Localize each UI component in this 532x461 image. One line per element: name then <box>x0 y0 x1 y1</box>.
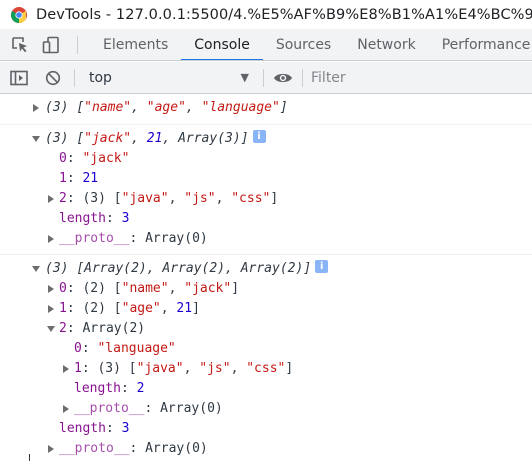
toolbar-divider <box>77 35 78 54</box>
expand-arrow-icon[interactable] <box>33 104 39 112</box>
tab-sources[interactable]: Sources <box>263 29 344 60</box>
proto-row[interactable]: __proto__: Array(0) <box>0 229 532 249</box>
array-summary[interactable]: (3) ["name", "age", "language"] <box>0 98 532 118</box>
property-row: length: 3 <box>59 211 130 226</box>
console-prompt-cursor[interactable] <box>29 454 30 461</box>
info-badge-icon[interactable] <box>252 127 266 147</box>
proto-row[interactable]: __proto__: Array(0) <box>0 399 532 419</box>
live-expression-icon[interactable] <box>272 67 294 89</box>
window-titlebar: DevTools - 127.0.0.1:5500/4.%E5%AF%B9%E8… <box>0 0 532 29</box>
device-toolbar-icon[interactable] <box>40 34 62 56</box>
tab-elements[interactable]: Elements <box>90 29 181 60</box>
expand-arrow-icon[interactable] <box>63 365 69 373</box>
devtools-main-toolbar: Elements Console Sources Network Perform… <box>0 29 532 61</box>
dropdown-arrow-icon: ▼ <box>240 71 249 84</box>
show-sidebar-icon[interactable] <box>8 67 30 89</box>
info-badge-icon[interactable] <box>315 257 329 277</box>
property-row[interactable]: 1: (2) ["age", 21] <box>0 299 532 319</box>
toolbar-divider <box>263 68 264 87</box>
toolbar-divider <box>302 68 303 87</box>
inspect-element-icon[interactable] <box>9 34 31 56</box>
console-message: (3) [Array(2), Array(2), Array(2)] 0: (2… <box>0 255 532 461</box>
expand-arrow-icon[interactable] <box>48 445 54 453</box>
console-output: (3) ["name", "age", "language"] (3) ["ja… <box>0 95 532 461</box>
collapse-arrow-icon[interactable] <box>32 136 40 142</box>
console-message: (3) ["name", "age", "language"] <box>0 95 532 125</box>
array-summary[interactable]: (3) [Array(2), Array(2), Array(2)] <box>0 257 532 279</box>
console-message: (3) ["jack", 21, Array(3)] 0: "jack" 1: … <box>0 125 532 255</box>
window-title: DevTools - 127.0.0.1:5500/4.%E5%AF%B9%E8… <box>36 6 532 23</box>
filter-input[interactable] <box>307 66 507 89</box>
expand-arrow-icon[interactable] <box>63 405 69 413</box>
collapse-arrow-icon[interactable] <box>32 266 40 272</box>
console-toolbar: top ▼ <box>0 62 532 94</box>
property-row[interactable]: 2: (3) ["java", "js", "css"] <box>0 189 532 209</box>
property-row: length: 3 <box>59 421 130 436</box>
property-row: 0: "jack" <box>59 151 130 166</box>
context-label: top <box>89 69 112 86</box>
property-row: length: 2 <box>74 381 145 396</box>
tab-network[interactable]: Network <box>344 29 428 60</box>
toolbar-divider <box>74 68 75 87</box>
proto-row[interactable]: __proto__: Array(0) <box>0 439 532 459</box>
tab-console[interactable]: Console <box>181 29 263 60</box>
array-summary[interactable]: (3) ["jack", 21, Array(3)] <box>0 127 532 149</box>
chrome-logo-icon <box>11 6 27 23</box>
expand-arrow-icon[interactable] <box>48 235 54 243</box>
clear-console-icon[interactable] <box>42 67 64 89</box>
property-row: 0: "language" <box>74 341 176 356</box>
context-selector[interactable]: top ▼ <box>81 67 255 89</box>
expand-arrow-icon[interactable] <box>48 285 54 293</box>
tab-performance[interactable]: Performance <box>429 29 532 60</box>
property-row: 1: 21 <box>59 171 99 186</box>
expand-arrow-icon[interactable] <box>48 195 54 203</box>
collapse-arrow-icon[interactable] <box>47 326 55 332</box>
expand-arrow-icon[interactable] <box>48 305 54 313</box>
property-row[interactable]: 2: Array(2) <box>0 319 532 339</box>
property-row[interactable]: 1: (3) ["java", "js", "css"] <box>0 359 532 379</box>
property-row[interactable]: 0: (2) ["name", "jack"] <box>0 279 532 299</box>
